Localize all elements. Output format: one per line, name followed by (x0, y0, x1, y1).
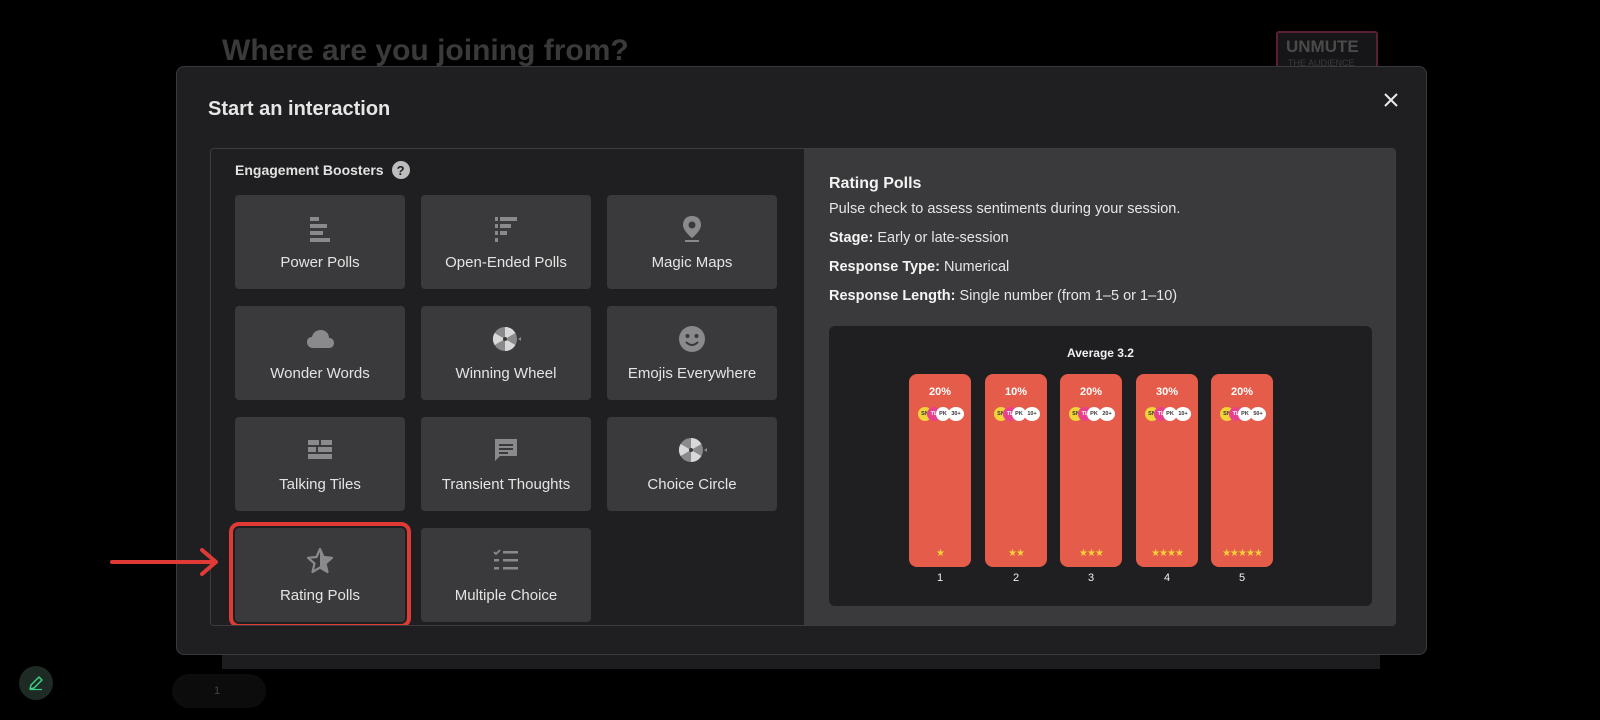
tile-open-ended-polls[interactable]: Open-Ended Polls (421, 195, 591, 289)
modal-title: Start an interaction (208, 98, 391, 120)
details-response-length: Response Length: Single number (from 1–5… (829, 288, 1177, 304)
response-type-value: Numerical (943, 259, 1010, 275)
section-title: Engagement Boosters (235, 162, 384, 178)
avatar-count-badge: 50+ (1250, 407, 1266, 421)
response-length-value: Single number (from 1–5 or 1–10) (959, 288, 1178, 304)
rating-bar-5: 20% SN TL PK 50+ ★★★★★ (1211, 374, 1273, 567)
tile-magic-maps[interactable]: Magic Maps (607, 195, 777, 289)
rating-bar-1: 20% SN TL PK 30+ ★ (909, 374, 971, 567)
avatar-count-badge: 10+ (1175, 407, 1191, 421)
avatar-count-badge: 20+ (1099, 407, 1115, 421)
interaction-picker: Engagement Boosters ? Power Polls Open-E… (210, 148, 1396, 626)
bar-percent: 30% (1155, 386, 1179, 398)
tile-talking-tiles[interactable]: Talking Tiles (235, 417, 405, 511)
bar-label: 5 (1238, 572, 1246, 584)
bar-stars: ★★★★ (1151, 548, 1184, 559)
wheel-icon (492, 327, 521, 351)
close-button[interactable] (1376, 85, 1406, 115)
tile-rating-polls[interactable]: Rating Polls (229, 522, 411, 625)
tile-label: Wonder Words (270, 365, 370, 382)
bar-percent: 20% (1230, 386, 1254, 398)
tile-label: Winning Wheel (455, 365, 557, 382)
tile-label: Talking Tiles (279, 476, 361, 493)
background-page-title: Where are you joining from? (222, 34, 629, 67)
avatar-stack: SN TL PK 30+ (918, 407, 964, 421)
details-title: Rating Polls (829, 175, 922, 192)
tile-label: Choice Circle (647, 476, 737, 493)
rating-poll-preview: Average 3.2 20% SN TL PK 30+ ★ 1 10% SN (829, 326, 1372, 606)
details-stage: Stage: Early or late-session (829, 230, 1009, 246)
checklist-icon (493, 549, 518, 570)
cloud-icon (307, 330, 334, 348)
details-description: Pulse check to assess sentiments during … (829, 201, 1181, 217)
stage-value: Early or late-session (877, 230, 1009, 246)
edit-button[interactable] (19, 666, 53, 700)
star-icon (306, 547, 334, 574)
bar-percent: 20% (928, 386, 952, 398)
bar-percent: 20% (1079, 386, 1103, 398)
interaction-list-pane: Engagement Boosters ? Power Polls Open-E… (211, 149, 804, 625)
map-pin-icon (683, 216, 701, 242)
tile-label: Open-Ended Polls (445, 254, 567, 271)
tile-label: Power Polls (280, 254, 360, 271)
response-length-label: Response Length: (829, 288, 956, 304)
tile-power-polls[interactable]: Power Polls (235, 195, 405, 289)
tile-transient-thoughts[interactable]: Transient Thoughts (421, 417, 591, 511)
bar-chart-icon (310, 217, 330, 242)
bar-label: 2 (1012, 572, 1020, 584)
rating-bar-2: 10% SN TL PK 10+ ★★ (985, 374, 1047, 567)
bar-percent: 10% (1004, 386, 1028, 398)
avatar-count-badge: 10+ (1024, 407, 1040, 421)
tile-label: Magic Maps (651, 254, 733, 271)
tile-label: Transient Thoughts (441, 476, 571, 493)
close-icon (1384, 93, 1398, 107)
bar-label: 4 (1163, 572, 1171, 584)
tile-winning-wheel[interactable]: Winning Wheel (421, 306, 591, 400)
bar-stars: ★★★ (1079, 548, 1104, 559)
background-pager[interactable]: 1 (172, 674, 266, 708)
chat-bubble-icon (495, 439, 517, 461)
interaction-grid: Power Polls Open-Ended Polls Magic Maps … (229, 195, 777, 625)
tile-multiple-choice[interactable]: Multiple Choice (421, 528, 591, 622)
tile-wonder-words[interactable]: Wonder Words (235, 306, 405, 400)
tile-emojis-everywhere[interactable]: Emojis Everywhere (607, 306, 777, 400)
response-type-label: Response Type: (829, 259, 940, 275)
bar-label: 1 (936, 572, 944, 584)
avatar-stack: SN TL PK 10+ (1145, 407, 1191, 421)
avatar-stack: SN TL PK 50+ (1220, 407, 1266, 421)
rating-bar-3: 20% SN TL PK 20+ ★★★ (1060, 374, 1122, 567)
tile-label: Rating Polls (279, 587, 361, 604)
section-header: Engagement Boosters ? (235, 161, 410, 179)
avatar-stack: SN TL PK 10+ (994, 407, 1040, 421)
rating-bar-4: 30% SN TL PK 10+ ★★★★ (1136, 374, 1198, 567)
background-content-strip (222, 655, 1380, 669)
tile-choice-circle[interactable]: Choice Circle (607, 417, 777, 511)
bar-stars: ★★ (1008, 548, 1025, 559)
tile-label: Emojis Everywhere (627, 365, 757, 382)
bar-label: 3 (1087, 572, 1095, 584)
smiley-icon (679, 326, 705, 352)
bar-stars: ★ (936, 548, 945, 559)
details-response-type: Response Type: Numerical (829, 259, 1009, 275)
text-lines-icon (495, 217, 517, 242)
preview-average: Average 3.2 (1067, 346, 1134, 360)
help-icon[interactable]: ? (391, 161, 410, 179)
start-interaction-modal: Start an interaction Engagement Boosters… (176, 66, 1427, 655)
tile-label: Multiple Choice (454, 587, 558, 604)
logo-text: UNMUTE (1286, 37, 1359, 56)
annotation-arrow-icon (110, 548, 218, 576)
wheel-icon (678, 438, 707, 462)
pencil-icon (29, 676, 43, 691)
avatar-stack: SN TL PK 20+ (1069, 407, 1115, 421)
avatar-count-badge: 30+ (948, 407, 964, 421)
stage-label: Stage: (829, 230, 874, 246)
bar-stars: ★★★★★ (1222, 548, 1263, 559)
interaction-details-pane: Rating Polls Pulse check to assess senti… (804, 149, 1395, 625)
tiles-icon (308, 440, 332, 459)
